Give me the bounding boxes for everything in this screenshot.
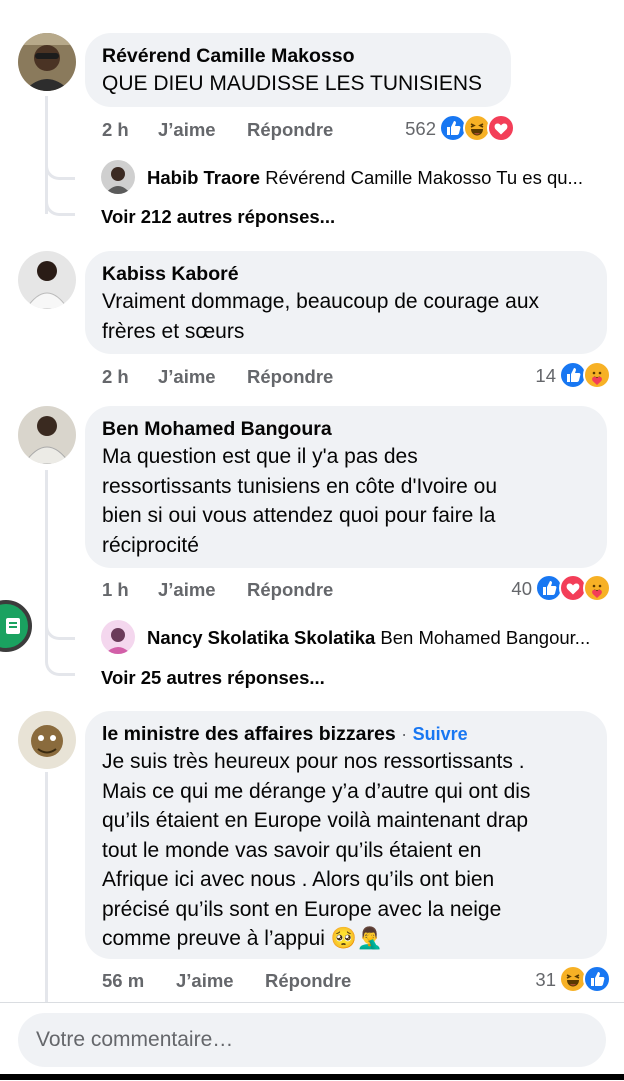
comment-text-line: comme preuve à l’appui 🥺🤦‍♂️	[102, 927, 384, 950]
comment-bubble: Ben Mohamed Bangoura Ma question est que…	[85, 406, 607, 568]
reply-author[interactable]: Nancy Skolatika Skolatika	[147, 627, 375, 648]
comment-bubble: Révérend Camille Makosso QUE DIEU MAUDIS…	[85, 33, 511, 107]
comment-author-row: le ministre des affaires bizzares · Suiv…	[102, 721, 590, 747]
reply-button[interactable]: Répondre	[265, 970, 351, 992]
avatar[interactable]	[18, 33, 76, 91]
reply-avatar[interactable]	[101, 620, 135, 654]
floating-chat-bubble[interactable]	[0, 600, 32, 652]
view-more-replies-link[interactable]: Voir 212 autres réponses...	[101, 206, 335, 228]
comment-text-line: frères et sœurs	[102, 319, 245, 343]
system-nav-bar	[0, 1074, 624, 1080]
comment-time[interactable]: 2 h	[102, 366, 129, 388]
reply-text: Ben Mohamed Bangour...	[380, 627, 591, 648]
reply-text: Révérend Camille Makosso Tu es qu...	[265, 167, 583, 188]
comment-author[interactable]: Révérend Camille Makosso	[102, 43, 494, 69]
comment-text-line: Vraiment dommage, beaucoup de courage au…	[102, 290, 540, 313]
reply-author[interactable]: Habib Traore	[147, 167, 260, 188]
comment-time[interactable]: 2 h	[102, 119, 129, 141]
reaction-count[interactable]: 31	[510, 969, 556, 991]
separator-dot: ·	[401, 724, 408, 744]
comment-text-line: bien si oui vous attendez quoi pour fair…	[102, 504, 496, 527]
follow-button[interactable]: Suivre	[413, 724, 468, 744]
comment-text-line: réciprocité	[102, 533, 199, 557]
comment-time[interactable]: 1 h	[102, 579, 129, 601]
reply-avatar[interactable]	[101, 160, 135, 194]
avatar[interactable]	[18, 406, 76, 464]
view-more-replies-link[interactable]: Voir 25 autres réponses...	[101, 667, 325, 689]
reaction-count[interactable]: 40	[486, 578, 532, 600]
comment-text-line: qu’ils étaient en Europe voilà maintenan…	[102, 809, 529, 832]
comment-author[interactable]: Kabiss Kaboré	[102, 261, 590, 287]
like-button[interactable]: J’aime	[158, 366, 216, 388]
comment-text: QUE DIEU MAUDISSE LES TUNISIENS	[102, 72, 483, 95]
thread-connector	[45, 156, 75, 180]
comment-author[interactable]: Ben Mohamed Bangoura	[102, 416, 590, 442]
reaction-count[interactable]: 562	[390, 118, 436, 140]
thread-connector	[45, 180, 75, 216]
thread-connector	[45, 640, 75, 676]
comment-composer: Votre commentaire…	[0, 1002, 624, 1081]
reply-button[interactable]: Répondre	[247, 579, 333, 601]
sheet-icon	[6, 618, 20, 634]
love-icon	[487, 114, 515, 142]
comment-text-line: ressortissants tunisiens en côte d'Ivoir…	[102, 474, 498, 498]
like-button[interactable]: J’aime	[158, 579, 216, 601]
care-icon	[583, 361, 611, 389]
comment-input[interactable]: Votre commentaire…	[18, 1013, 606, 1067]
comment-text-line: Ma question est que il y'a pas des	[102, 445, 418, 468]
like-button[interactable]: J’aime	[176, 970, 234, 992]
thread-line	[45, 772, 48, 1002]
comment-text-line: Mais ce qui me dérange y’a d’autre qui o…	[102, 779, 531, 803]
reply-preview[interactable]: Habib Traore Révérend Camille Makosso Tu…	[147, 167, 602, 189]
reaction-count[interactable]: 14	[510, 365, 556, 387]
comment-text-line: Afrique ici avec nous . Alors qu’ils ont…	[102, 868, 495, 891]
avatar[interactable]	[18, 711, 76, 769]
comment-author[interactable]: le ministre des affaires bizzares	[102, 723, 396, 745]
care-icon	[583, 574, 611, 602]
comment-bubble: Kabiss Kaboré Vraiment dommage, beaucoup…	[85, 251, 607, 354]
comment-text-line: précisé qu’ils sont en Europe avec la ne…	[102, 897, 502, 921]
comment-time[interactable]: 56 m	[102, 970, 144, 992]
comment-text-line: Je suis très heureux pour nos ressortiss…	[102, 750, 525, 773]
comment-text-line: tout le monde vas savoir qu’ils étaient …	[102, 838, 482, 862]
like-button[interactable]: J’aime	[158, 119, 216, 141]
reply-button[interactable]: Répondre	[247, 366, 333, 388]
reply-button[interactable]: Répondre	[247, 119, 333, 141]
reply-preview[interactable]: Nancy Skolatika Skolatika Ben Mohamed Ba…	[147, 627, 602, 649]
thread-connector	[45, 616, 75, 640]
avatar[interactable]	[18, 251, 76, 309]
comment-bubble: le ministre des affaires bizzares · Suiv…	[85, 711, 607, 959]
like-icon	[583, 965, 611, 993]
